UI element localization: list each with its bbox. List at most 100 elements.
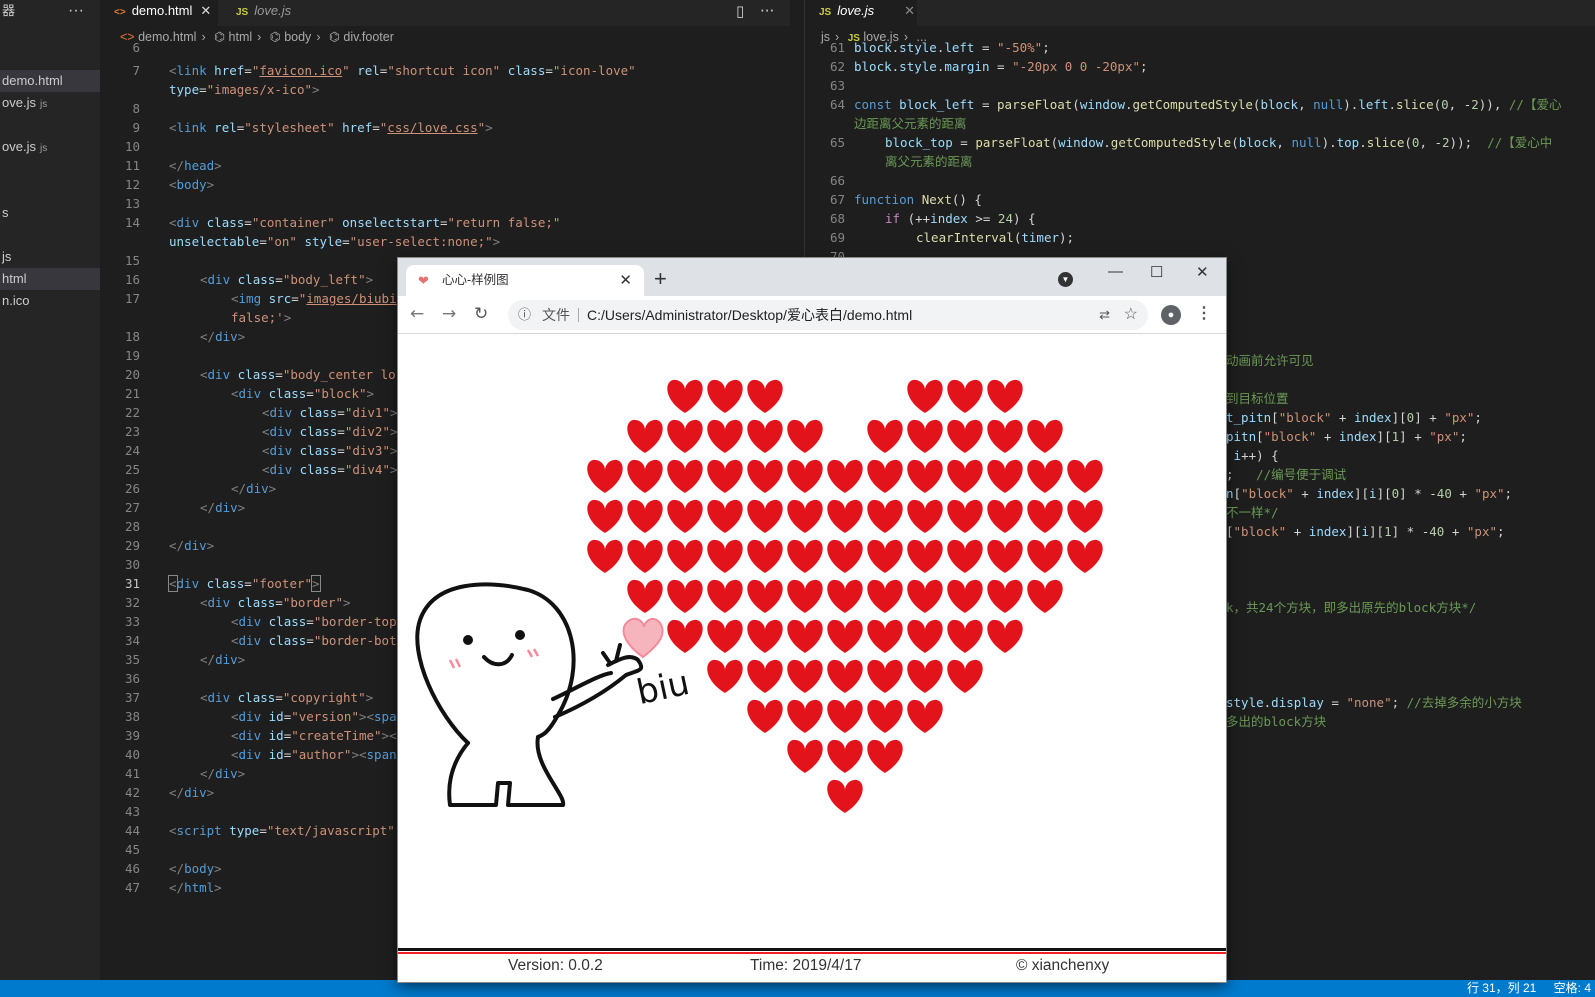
code-line: 16 <div class="body_left">	[124, 272, 374, 287]
heart-cell	[987, 579, 1023, 613]
sidebar-item-css[interactable]: s	[0, 202, 100, 224]
translate-icon[interactable]: ⇄	[1099, 300, 1110, 330]
heart-cell	[867, 459, 903, 493]
tab-love-js[interactable]: JS love.js	[222, 0, 342, 26]
minimize-icon[interactable]: —	[1108, 263, 1123, 280]
new-tab-icon[interactable]: +	[654, 266, 667, 292]
heart-cell	[787, 659, 823, 693]
element-icon: ⌬	[214, 30, 226, 44]
bookmark-star-icon[interactable]: ☆	[1124, 300, 1138, 330]
heart-cell	[787, 739, 823, 773]
tab-label: love.js	[837, 3, 875, 18]
tab-search-icon[interactable]: ▼	[1058, 272, 1073, 287]
split-editor-icon[interactable]: ▯	[736, 0, 744, 26]
sidebar-item-demo-html[interactable]: demo.html	[0, 70, 100, 92]
url-text[interactable]: C:/Users/Administrator/Desktop/爱心表白/demo…	[587, 300, 912, 330]
profile-avatar-icon[interactable]: ●	[1161, 305, 1181, 325]
js-file-icon: JS	[236, 7, 249, 18]
heart-cell	[987, 619, 1023, 653]
code-line: 26 </div>	[124, 481, 277, 496]
page-content: biu Version: 0.0.2 Time: 2019/4/17 © xia…	[398, 335, 1226, 982]
forward-icon[interactable]: →	[442, 304, 456, 324]
heart-cell	[907, 499, 943, 533]
js-file-icon: JS	[819, 7, 832, 18]
heart-cell	[667, 539, 703, 573]
sidebar-item-label: demo.html	[2, 73, 63, 88]
sidebar-item-html[interactable]: html	[0, 268, 100, 290]
tab-demo-html[interactable]: <> demo.html ✕	[100, 0, 218, 26]
heart-cell	[987, 459, 1023, 493]
maximize-icon[interactable]: ☐	[1150, 263, 1163, 281]
close-tab-icon[interactable]: ✕	[619, 265, 632, 296]
breadcrumb-item[interactable]: div.footer	[343, 30, 394, 44]
sidebar-item-label: html	[2, 271, 27, 286]
heart-cell	[947, 499, 983, 533]
heart-cell	[707, 419, 743, 453]
code-line: 9 <link rel="stylesheet" href="css/love.c…	[132, 120, 493, 135]
menu-kebab-icon[interactable]: ⋮	[1196, 303, 1212, 323]
divider	[578, 308, 579, 322]
close-icon[interactable]: ✕	[904, 3, 915, 18]
back-icon[interactable]: ←	[410, 304, 424, 324]
sidebar-item-love-js[interactable]: ove.js js	[0, 92, 100, 114]
heart-cell	[947, 459, 983, 493]
sidebar-item-ico[interactable]: n.ico	[0, 290, 100, 312]
more-actions-icon[interactable]: ···	[68, 0, 84, 22]
heart-cell	[987, 499, 1023, 533]
heart-cell	[667, 579, 703, 613]
heart-cell	[627, 459, 663, 493]
close-icon[interactable]: ✕	[200, 3, 211, 18]
cursor-position[interactable]: 行 31，列 21	[1467, 981, 1536, 995]
address-bar[interactable]: ⓘ 文件 C:/Users/Administrator/Desktop/爱心表白…	[508, 300, 1148, 330]
heart-cell	[747, 579, 783, 613]
url-scheme-label: 文件	[542, 307, 570, 323]
heart-cell	[707, 619, 743, 653]
footer-version: Version: 0.0.2	[508, 957, 603, 974]
left-tab-bar: <> demo.html ✕ JS love.js ▯ ···	[100, 0, 790, 26]
indentation[interactable]: 空格: 4	[1554, 981, 1591, 995]
code-line: 68 if (++index >= 24) {	[829, 211, 1036, 226]
browser-tab[interactable]: ❤ 心心-样例图 ✕	[406, 265, 644, 296]
heart-cell	[1027, 539, 1063, 573]
heart-cell	[627, 499, 663, 533]
info-icon[interactable]: ⓘ	[518, 300, 531, 330]
breadcrumb-item[interactable]: demo.html	[138, 30, 196, 44]
code-line: 10	[124, 139, 140, 154]
code-line: 33 <div class="border-top	[124, 614, 397, 629]
heart-cell	[667, 619, 703, 653]
code-line: 11 </head>	[124, 158, 222, 173]
sidebar-item-ext: js	[39, 99, 48, 110]
heart-cell	[907, 619, 943, 653]
heart-cell	[907, 419, 943, 453]
code-line: 15	[124, 253, 140, 268]
heart-cell	[907, 579, 943, 613]
heart-cell	[947, 379, 983, 413]
breadcrumb-item[interactable]: body	[284, 30, 311, 44]
heart-cell	[707, 659, 743, 693]
heart-cell	[707, 579, 743, 613]
code-line: 38 <div id="version"><spa	[124, 709, 397, 724]
heart-cell	[867, 579, 903, 613]
heart-cell	[747, 659, 783, 693]
code-line: 32 <div class="border">	[124, 595, 351, 610]
more-actions-icon[interactable]: ···	[760, 0, 774, 26]
reload-icon[interactable]: ↻	[474, 304, 488, 324]
heart-cell	[1027, 459, 1063, 493]
sidebar-item-js[interactable]: js	[0, 246, 100, 268]
code-line: 8	[132, 101, 140, 116]
code-line: 37 <div class="copyright">	[124, 690, 374, 705]
tab-love-js[interactable]: JS love.js ✕	[805, 0, 917, 26]
footer-time: Time: 2019/4/17	[750, 957, 862, 974]
heart-cell	[867, 499, 903, 533]
close-window-icon[interactable]: ✕	[1196, 263, 1209, 281]
breadcrumb: <> demo.html › ⌬ html › ⌬ body › ⌬ div.foot…	[120, 30, 394, 44]
code-line: 27 </div>	[124, 500, 246, 515]
tab-label: demo.html	[131, 3, 193, 18]
heart-cell	[827, 619, 863, 653]
sidebar-item-love-js-2[interactable]: ove.js js	[0, 136, 100, 158]
heart-cell	[707, 459, 743, 493]
code-line: 14 <div class="container" onselectstart="…	[124, 215, 561, 230]
breadcrumb-item[interactable]: html	[229, 30, 253, 44]
code-line: type="images/x-ico">	[169, 82, 320, 97]
heart-cell	[827, 659, 863, 693]
